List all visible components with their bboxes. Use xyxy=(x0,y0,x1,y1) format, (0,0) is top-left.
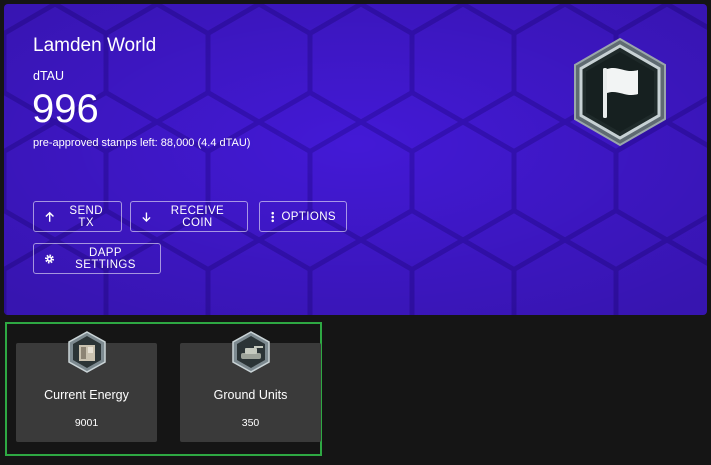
options-label: OPTIONS xyxy=(281,210,336,223)
white-flag-hexagon-icon xyxy=(574,37,666,147)
kebab-menu-icon xyxy=(271,211,274,222)
arrow-up-icon xyxy=(45,211,54,222)
stat-value: 9001 xyxy=(74,417,99,429)
tank-icon xyxy=(231,331,270,373)
dapp-settings-label: DAPP SETTINGS xyxy=(75,246,136,271)
send-tx-button[interactable]: SEND TX xyxy=(33,201,122,232)
gear-icon xyxy=(45,254,54,263)
stat-card-current-energy: Current Energy 9001 xyxy=(16,331,157,442)
receive-coin-button[interactable]: RECEIVE COIN xyxy=(130,201,248,232)
arrow-down-icon xyxy=(142,211,151,222)
game-stats-panel: Current Energy 9001 Ground Units 350 xyxy=(5,322,322,456)
token-symbol: dTAU xyxy=(33,69,65,83)
energy-building-icon xyxy=(67,331,106,373)
stat-value: 350 xyxy=(241,417,260,429)
stat-label: Ground Units xyxy=(213,388,288,402)
send-tx-label: SEND TX xyxy=(69,204,103,229)
stamps-remaining: pre-approved stamps left: 88,000 (4.4 dT… xyxy=(33,137,251,149)
wallet-card: Lamden World dTAU 996 pre-approved stamp… xyxy=(4,4,707,315)
receive-coin-label: RECEIVE COIN xyxy=(170,204,225,229)
stat-label: Current Energy xyxy=(44,388,129,402)
balance-amount: 996 xyxy=(32,87,99,131)
stat-card-ground-units: Ground Units 350 xyxy=(180,331,321,442)
dapp-settings-button[interactable]: DAPP SETTINGS xyxy=(33,243,161,274)
app-title: Lamden World xyxy=(33,35,157,56)
options-button[interactable]: OPTIONS xyxy=(259,201,347,232)
